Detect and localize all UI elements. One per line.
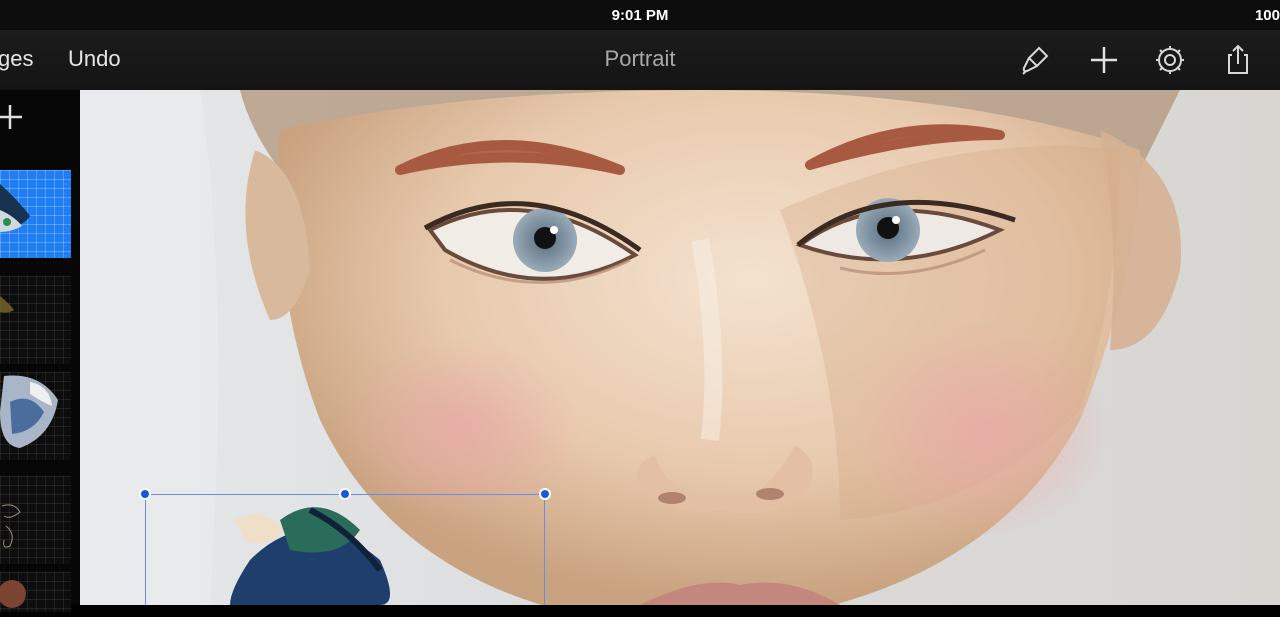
layers-sidebar xyxy=(0,90,80,612)
layer-thumbnail-partial[interactable] xyxy=(0,572,71,612)
drawing-canvas[interactable] xyxy=(80,90,1280,605)
layer-thumbnail-shape[interactable] xyxy=(0,372,71,460)
status-bar: 9:01 PM 100 xyxy=(0,0,1280,30)
gear-icon[interactable] xyxy=(1152,42,1188,78)
plus-icon[interactable] xyxy=(1086,42,1122,78)
transform-handle-top-right[interactable] xyxy=(539,488,551,500)
battery-percentage: 100 xyxy=(1254,7,1280,24)
add-layer-icon[interactable] xyxy=(0,102,28,132)
transform-handle-top-middle[interactable] xyxy=(339,488,351,500)
layer-thumbnail-bird[interactable] xyxy=(0,170,71,258)
status-time: 9:01 PM xyxy=(611,7,669,24)
top-toolbar: ges Undo Portrait xyxy=(0,30,1280,90)
layer-thumbnail-leaf[interactable] xyxy=(0,276,71,364)
selection-box[interactable] xyxy=(145,494,545,605)
transform-handle-top-left[interactable] xyxy=(139,488,151,500)
brush-icon[interactable] xyxy=(1017,42,1053,78)
layer-thumbnail-sketch[interactable] xyxy=(0,476,71,564)
share-icon[interactable] xyxy=(1220,42,1256,78)
